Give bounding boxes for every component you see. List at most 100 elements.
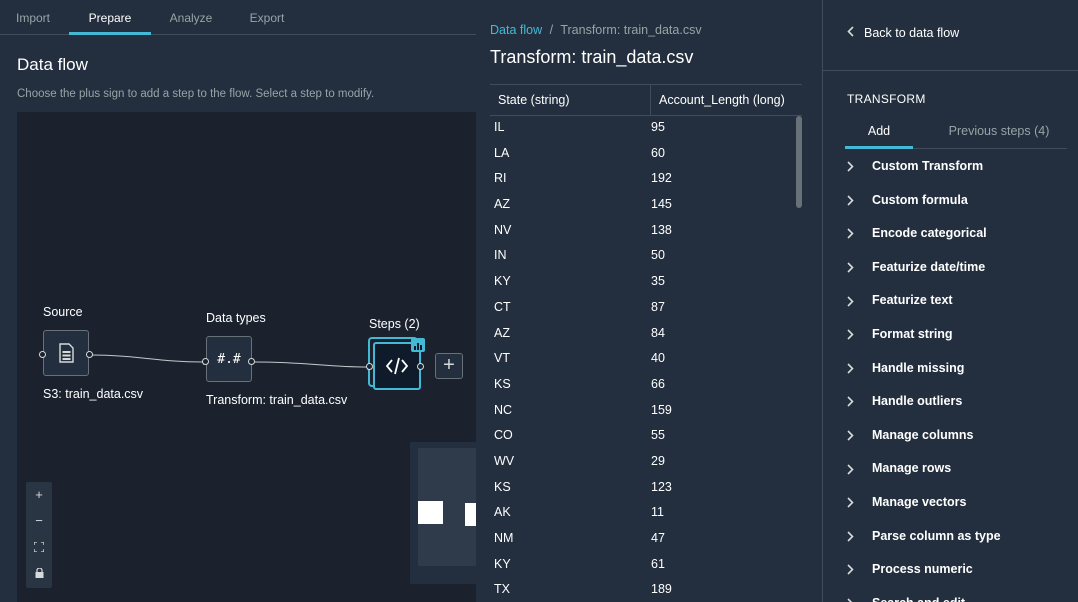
datatypes-node-title: Data types <box>206 311 266 325</box>
transform-item-featurize-date-time[interactable]: Featurize date/time <box>847 251 1078 285</box>
transform-item-label: Process numeric <box>872 562 973 577</box>
table-row[interactable]: AZ 145 <box>490 193 802 219</box>
table-body: IL 95 LA 60 RI 192 AZ 145 NV 138 IN 50 KY 35 CT 87 AZ 84 V… <box>490 116 802 602</box>
chevron-right-icon <box>847 452 854 486</box>
zoom-controls: + − <box>26 482 52 588</box>
transform-item-manage-vectors[interactable]: Manage vectors <box>847 486 1078 520</box>
breadcrumb-current: Transform: train_data.csv <box>560 23 702 37</box>
cell-state: CO <box>494 428 513 443</box>
table-row[interactable]: IN 50 <box>490 244 802 270</box>
cell-state: KY <box>494 556 511 571</box>
zoom-in-button[interactable]: + <box>26 482 52 508</box>
datatypes-node[interactable]: #.# <box>206 336 252 382</box>
cell-state: TX <box>494 582 510 597</box>
transform-item-manage-columns[interactable]: Manage columns <box>847 419 1078 453</box>
table-row[interactable]: TX 189 <box>490 578 802 602</box>
table-row[interactable]: IL 95 <box>490 116 802 142</box>
table-row[interactable]: CO 55 <box>490 424 802 450</box>
source-input-port[interactable] <box>39 351 46 358</box>
table-row[interactable]: KS 66 <box>490 373 802 399</box>
chevron-right-icon <box>847 217 854 251</box>
transform-item-label: Featurize text <box>872 293 953 308</box>
transform-item-manage-rows[interactable]: Manage rows <box>847 452 1078 486</box>
add-step-button[interactable]: + <box>435 353 463 379</box>
table-row[interactable]: KS 123 <box>490 476 802 502</box>
chevron-right-icon <box>847 520 854 554</box>
cell-state: NV <box>494 222 512 237</box>
source-output-port[interactable] <box>86 351 93 358</box>
tab-import[interactable]: Import <box>0 0 66 35</box>
steps-input-port[interactable] <box>366 363 373 370</box>
transform-header: TRANSFORM <box>847 92 926 106</box>
chevron-right-icon <box>847 419 854 453</box>
cell-state: KS <box>494 479 511 494</box>
steps-output-port[interactable] <box>417 363 424 370</box>
cell-account-length: 95 <box>651 120 665 134</box>
back-to-data-flow-button[interactable]: Back to data flow <box>847 26 959 40</box>
cell-account-length: 189 <box>651 582 672 597</box>
cell-state: VT <box>494 351 510 366</box>
cell-state: KS <box>494 376 511 391</box>
table-row[interactable]: AK 11 <box>490 501 802 527</box>
transform-item-label: Featurize date/time <box>872 259 986 274</box>
tab-prepare[interactable]: Prepare <box>69 0 151 35</box>
transform-item-featurize-text[interactable]: Featurize text <box>847 284 1078 318</box>
table-row[interactable]: WV 29 <box>490 450 802 476</box>
transform-item-handle-outliers[interactable]: Handle outliers <box>847 385 1078 419</box>
table-scrollbar[interactable] <box>796 116 802 208</box>
table-row[interactable]: NM 47 <box>490 527 802 553</box>
table-row[interactable]: RI 192 <box>490 167 802 193</box>
transform-item-search-and-edit[interactable]: Search and edit <box>847 587 1078 602</box>
cell-account-length: 138 <box>651 222 672 237</box>
tab-analyze[interactable]: Analyze <box>152 0 230 35</box>
panel-divider <box>823 70 1078 71</box>
breadcrumb-data-flow-link[interactable]: Data flow <box>490 23 542 37</box>
table-row[interactable]: KY 61 <box>490 553 802 579</box>
fit-view-button[interactable] <box>26 534 52 560</box>
transform-item-encode-categorical[interactable]: Encode categorical <box>847 217 1078 251</box>
lock-button[interactable] <box>26 560 52 586</box>
table-row[interactable]: NV 138 <box>490 219 802 245</box>
transform-item-label: Manage columns <box>872 427 974 442</box>
column-header-state[interactable]: State (string) <box>498 85 570 116</box>
tab-export[interactable]: Export <box>231 0 303 35</box>
transform-item-label: Format string <box>872 326 953 341</box>
cell-state: NC <box>494 402 513 417</box>
flow-canvas[interactable]: Source S3: train_data.csv Data types #.#… <box>17 112 476 602</box>
cell-state: RI <box>494 171 507 186</box>
cell-state: IN <box>494 248 507 263</box>
chevron-right-icon <box>847 553 854 587</box>
zoom-out-button[interactable]: − <box>26 508 52 534</box>
datatypes-node-label: Transform: train_data.csv <box>206 393 348 407</box>
column-divider[interactable] <box>650 85 651 116</box>
minimap[interactable] <box>410 442 476 584</box>
datatypes-output-port[interactable] <box>248 358 255 365</box>
table-row[interactable]: KY 35 <box>490 270 802 296</box>
source-node[interactable] <box>43 330 89 376</box>
transform-item-label: Manage rows <box>872 461 952 476</box>
tab-previous-steps[interactable]: Previous steps (4) <box>931 118 1067 148</box>
table-row[interactable]: NC 159 <box>490 399 802 425</box>
code-icon <box>385 357 409 375</box>
table-row[interactable]: CT 87 <box>490 296 802 322</box>
transform-item-format-string[interactable]: Format string <box>847 318 1078 352</box>
cell-account-length: 87 <box>651 299 665 314</box>
chevron-left-icon <box>847 26 854 40</box>
transform-item-handle-missing[interactable]: Handle missing <box>847 352 1078 386</box>
cell-account-length: 35 <box>651 274 665 289</box>
table-row[interactable]: AZ 84 <box>490 322 802 348</box>
cell-account-length: 123 <box>651 479 672 494</box>
datatypes-input-port[interactable] <box>202 358 209 365</box>
transform-item-custom-formula[interactable]: Custom formula <box>847 184 1078 218</box>
tab-add[interactable]: Add <box>845 118 913 148</box>
breadcrumb: Data flow / Transform: train_data.csv <box>490 23 702 37</box>
table-row[interactable]: VT 40 <box>490 347 802 373</box>
column-header-account-length[interactable]: Account_Length (long) <box>659 85 785 116</box>
source-node-title: Source <box>43 305 83 319</box>
transform-item-custom-transform[interactable]: Custom Transform <box>847 150 1078 184</box>
cell-account-length: 55 <box>651 428 665 443</box>
transform-item-process-numeric[interactable]: Process numeric <box>847 553 1078 587</box>
table-row[interactable]: LA 60 <box>490 142 802 168</box>
cell-account-length: 60 <box>651 145 665 160</box>
transform-item-parse-column-as-type[interactable]: Parse column as type <box>847 520 1078 554</box>
